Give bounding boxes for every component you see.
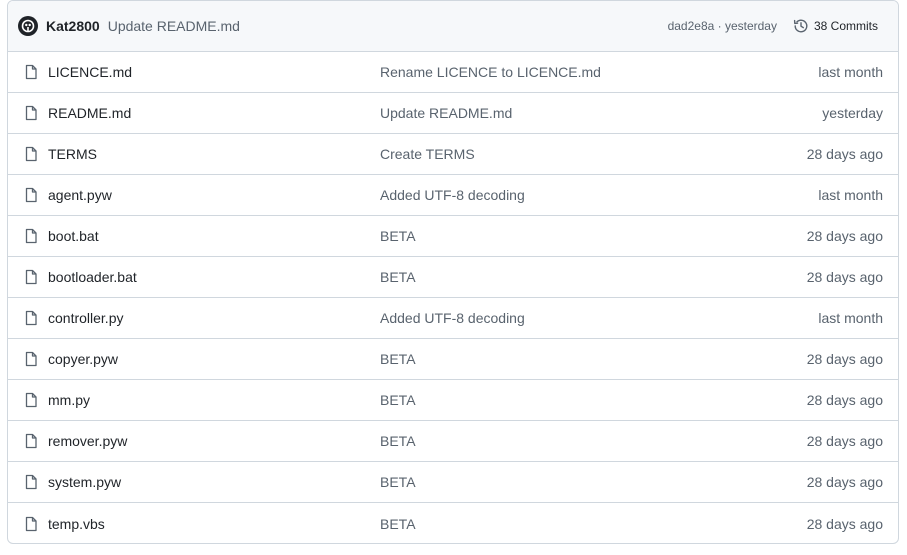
file-commit-message[interactable]: Added UTF-8 decoding (380, 187, 818, 203)
file-name[interactable]: mm.py (48, 392, 380, 408)
file-commit-message[interactable]: BETA (380, 228, 807, 244)
file-row[interactable]: remover.pyw BETA 28 days ago (8, 421, 898, 462)
file-name[interactable]: system.pyw (48, 474, 380, 490)
file-row[interactable]: README.md Update README.md yesterday (8, 93, 898, 134)
file-row[interactable]: controller.py Added UTF-8 decoding last mo… (8, 298, 898, 339)
file-icon (23, 310, 39, 326)
commit-message[interactable]: Update README.md (108, 18, 240, 34)
file-commit-date: 28 days ago (806, 515, 883, 532)
file-icon (23, 516, 39, 532)
avatar[interactable] (18, 16, 38, 36)
file-commit-message[interactable]: Update README.md (380, 105, 822, 121)
file-name[interactable]: README.md (48, 105, 380, 121)
file-name[interactable]: TERMS (48, 146, 380, 162)
file-commit-date: last month (818, 64, 883, 80)
file-commit-message[interactable]: BETA (380, 392, 807, 408)
file-icon (23, 392, 39, 408)
commit-sha-time[interactable]: dad2e8a · yesterday (668, 19, 777, 33)
avatar-icon (21, 19, 35, 33)
file-row[interactable]: TERMS Create TERMS 28 days ago (8, 134, 898, 175)
file-commit-date: 28 days ago (806, 392, 883, 408)
file-row[interactable]: mm.py BETA 28 days ago (8, 380, 898, 421)
file-commit-date: yesterday (822, 105, 883, 121)
file-icon (23, 228, 39, 244)
file-name[interactable]: boot.bat (48, 228, 380, 244)
file-commit-date: 28 days ago (806, 269, 883, 285)
file-commit-date: 28 days ago (806, 433, 883, 449)
file-name[interactable]: temp.vbs (48, 516, 380, 532)
file-commit-date: 28 days ago (806, 146, 883, 162)
file-list: LICENCE.md Rename LICENCE to LICENCE.md la… (8, 52, 898, 543)
file-commit-message[interactable]: BETA (380, 351, 807, 367)
file-name[interactable]: remover.pyw (48, 433, 380, 449)
file-commit-message[interactable]: BETA (380, 516, 807, 532)
file-name[interactable]: agent.pyw (48, 187, 380, 203)
file-row[interactable]: agent.pyw Added UTF-8 decoding last month (8, 175, 898, 216)
file-commit-message[interactable]: BETA (380, 433, 807, 449)
file-name[interactable]: controller.py (48, 310, 380, 326)
file-row[interactable]: copyer.pyw BETA 28 days ago (8, 339, 898, 380)
file-commit-date: 28 days ago (806, 474, 883, 490)
file-icon (23, 351, 39, 367)
file-icon (23, 146, 39, 162)
file-commit-message[interactable]: BETA (380, 269, 807, 285)
commits-link[interactable]: 38 Commits (793, 18, 878, 34)
file-icon (23, 105, 39, 121)
file-commit-message[interactable]: BETA (380, 474, 807, 490)
file-commit-message[interactable]: Rename LICENCE to LICENCE.md (380, 64, 818, 80)
file-row[interactable]: LICENCE.md Rename LICENCE to LICENCE.md la… (8, 52, 898, 93)
latest-commit-bar: Kat2800 Update README.md dad2e8a · yeste… (8, 1, 898, 52)
file-icon (23, 474, 39, 490)
file-name[interactable]: LICENCE.md (48, 64, 380, 80)
commit-author[interactable]: Kat2800 (46, 18, 100, 34)
history-icon (793, 19, 808, 33)
commits-count: 38 Commits (813, 19, 878, 33)
file-browser: Kat2800 Update README.md dad2e8a · yeste… (7, 0, 899, 544)
file-commit-message[interactable]: Create TERMS (380, 146, 807, 162)
file-icon (23, 433, 39, 449)
file-commit-date: 28 days ago (806, 228, 883, 244)
file-commit-message[interactable]: Added UTF-8 decoding (380, 310, 818, 326)
file-commit-date: last month (818, 187, 883, 203)
file-row[interactable]: boot.bat BETA 28 days ago (8, 216, 898, 257)
file-icon (23, 269, 39, 285)
file-icon (23, 187, 39, 203)
file-icon (23, 64, 39, 80)
file-name[interactable]: copyer.pyw (48, 351, 380, 367)
file-row[interactable]: system.pyw BETA 28 days ago (8, 462, 898, 503)
file-name[interactable]: bootloader.bat (48, 269, 380, 285)
file-row[interactable]: temp.vbs BETA 28 days ago (8, 503, 898, 543)
file-row[interactable]: bootloader.bat BETA 28 days ago (8, 257, 898, 298)
file-commit-date: 28 days ago (806, 351, 883, 367)
file-commit-date: last month (818, 310, 883, 326)
